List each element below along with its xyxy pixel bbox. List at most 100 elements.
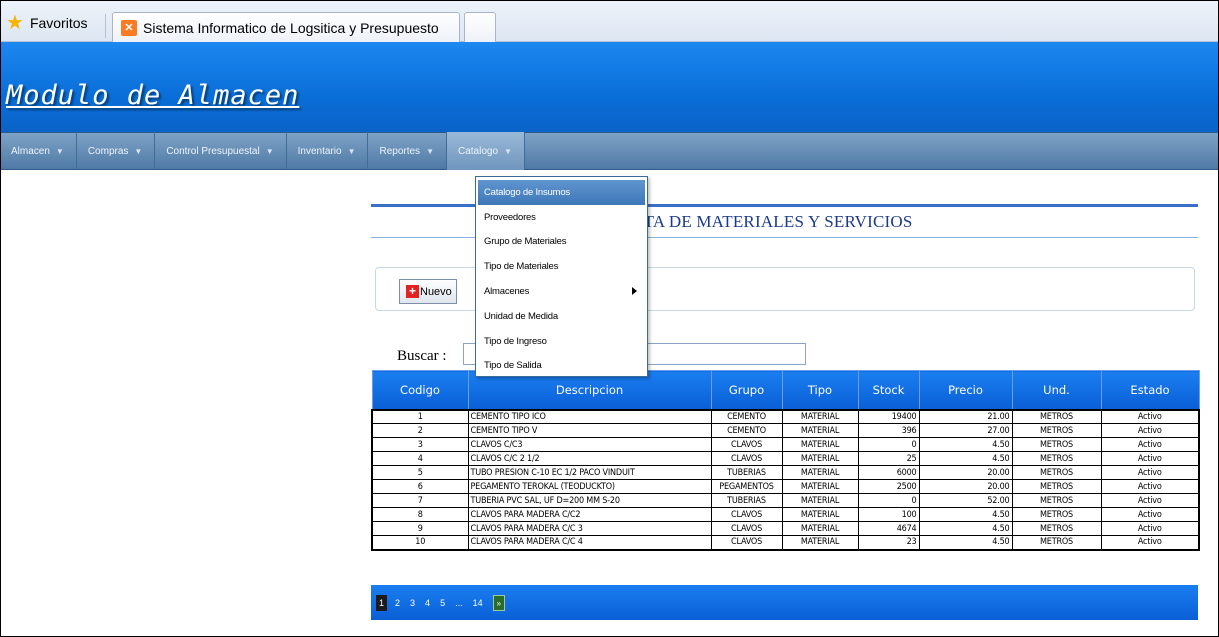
nav-item-inventario[interactable]: Inventario ▼: [287, 132, 369, 170]
menu-item-catalogo-insumos[interactable]: Catalogo de Insumos: [478, 180, 645, 205]
search-label: Buscar :: [397, 348, 447, 364]
page-link[interactable]: 5: [440, 595, 445, 611]
browser-tab-active[interactable]: ✕ Sistema Informatico de Logsitica y Pre…: [112, 12, 460, 42]
cell-tipo: MATERIAL: [781, 408, 859, 424]
col-header-codigo[interactable]: Codigo: [371, 370, 469, 410]
cell-estado: Activo: [1100, 408, 1200, 424]
table-row[interactable]: 9 CLAVOS PARA MADERA C/C 3 CLAVOS MATERIAL 4…: [371, 521, 1200, 536]
cell-grupo: TUBERIAS: [710, 493, 783, 508]
cell-stock: 25: [857, 451, 920, 466]
nav-item-compras[interactable]: Compras ▼: [77, 132, 156, 170]
col-header-grupo[interactable]: Grupo: [710, 370, 783, 410]
cell-grupo: CEMENTO: [710, 408, 783, 424]
nav-item-control-presupuestal[interactable]: Control Presupuestal ▼: [155, 132, 287, 170]
nav-item-almacen[interactable]: Almacen ▼: [0, 132, 77, 170]
col-header-estado[interactable]: Estado: [1100, 370, 1200, 410]
cell-codigo: 9: [371, 521, 469, 536]
cell-descripcion: TUBO PRESION C-10 EC 1/2 PACO VINDUIT: [467, 465, 712, 480]
cell-tipo: MATERIAL: [781, 465, 859, 480]
cell-tipo: MATERIAL: [781, 521, 859, 536]
cell-descripcion: CLAVOS C/C3: [467, 437, 712, 452]
menu-item-label: Grupo de Materiales: [484, 236, 567, 248]
menu-item-tipo-materiales[interactable]: Tipo de Materiales: [478, 254, 645, 279]
browser-tab-bar: ★ Favoritos ✕ Sistema Informatico de Log…: [0, 0, 1219, 42]
table-row[interactable]: 8 CLAVOS PARA MADERA C/C2 CLAVOS MATERIAL 10…: [371, 507, 1200, 522]
cell-descripcion: TUBERIA PVC SAL, UF D=200 MM S-20: [467, 493, 712, 508]
table-row[interactable]: 7 TUBERIA PVC SAL, UF D=200 MM S-20 TUBERI…: [371, 493, 1200, 508]
cell-und: METROS: [1011, 451, 1102, 466]
next-page-button[interactable]: »: [492, 594, 506, 611]
new-tab-button[interactable]: [464, 12, 496, 42]
cell-stock: 19400: [857, 408, 920, 424]
nav-label: Inventario: [297, 145, 342, 157]
cell-codigo: 8: [371, 507, 469, 522]
cell-precio: 4.50: [918, 437, 1013, 452]
page-link[interactable]: 3: [410, 595, 415, 611]
nav-label: Almacen: [11, 145, 50, 157]
xampp-icon: ✕: [121, 19, 137, 36]
table-row[interactable]: 5 TUBO PRESION C-10 EC 1/2 PACO VINDUIT TU…: [371, 465, 1200, 480]
menu-item-label: Unidad de Medida: [484, 310, 558, 322]
cell-grupo: CLAVOS: [710, 507, 783, 522]
chevron-down-icon: ▼: [134, 146, 143, 156]
cell-codigo: 3: [371, 437, 469, 452]
cell-tipo: MATERIAL: [781, 507, 859, 522]
cell-estado: Activo: [1100, 521, 1200, 536]
new-button[interactable]: + Nuevo: [399, 279, 457, 304]
cell-codigo: 5: [371, 465, 469, 480]
col-header-precio[interactable]: Precio: [918, 370, 1013, 410]
cell-estado: Activo: [1100, 465, 1200, 480]
cell-und: METROS: [1011, 479, 1102, 494]
menu-item-label: Tipo de Ingreso: [484, 335, 547, 347]
menu-item-proveedores[interactable]: Proveedores: [478, 205, 645, 230]
menu-item-tipo-salida[interactable]: Tipo de Salida: [478, 354, 645, 379]
cell-precio: 4.50: [918, 507, 1013, 522]
cell-stock: 100: [857, 507, 920, 522]
favorites-button[interactable]: ★ Favoritos: [6, 12, 88, 34]
menu-item-almacenes[interactable]: Almacenes: [478, 279, 645, 304]
table-row[interactable]: 3 CLAVOS C/C3 CLAVOS MATERIAL 0 4.50 METROS Act…: [371, 437, 1200, 452]
cell-precio: 21.00: [918, 408, 1013, 424]
chevron-down-icon: ▼: [265, 146, 274, 156]
menu-item-tipo-ingreso[interactable]: Tipo de Ingreso: [478, 329, 645, 354]
cell-und: METROS: [1011, 408, 1102, 424]
nav-item-reportes[interactable]: Reportes ▼: [368, 132, 447, 170]
cell-descripcion: CLAVOS C/C 2 1/2: [467, 451, 712, 466]
cell-precio: 4.50: [918, 521, 1013, 536]
table-row[interactable]: 2 CEMENTO TIPO V CEMENTO MATERIAL 396 27.00 ME…: [371, 423, 1200, 438]
col-header-stock[interactable]: Stock: [857, 370, 920, 410]
cell-grupo: CLAVOS: [710, 451, 783, 466]
chevron-down-icon: ▼: [426, 146, 434, 156]
page-link[interactable]: 2: [395, 595, 400, 611]
cell-grupo: CLAVOS: [710, 521, 783, 536]
cell-descripcion: CEMENTO TIPO V: [467, 423, 712, 438]
page-link[interactable]: 4: [425, 595, 430, 611]
table-row[interactable]: 4 CLAVOS C/C 2 1/2 CLAVOS MATERIAL 25 4.50 MET…: [371, 451, 1200, 466]
chevron-down-icon: ▼: [55, 146, 64, 156]
col-header-tipo[interactable]: Tipo: [781, 370, 859, 410]
col-header-und[interactable]: Und.: [1011, 370, 1102, 410]
table-row[interactable]: 6 PEGAMENTO TEROKAL (TEODUCKTO) PEGAMENTOS…: [371, 479, 1200, 494]
nav-item-catalogo[interactable]: Catalogo ▼: [446, 132, 525, 170]
menu-item-label: Tipo de Materiales: [484, 261, 559, 273]
cell-tipo: MATERIAL: [781, 451, 859, 466]
cell-estado: Activo: [1100, 423, 1200, 438]
cell-tipo: MATERIAL: [781, 423, 859, 438]
menu-item-grupo-materiales[interactable]: Grupo de Materiales: [478, 230, 645, 255]
cell-und: METROS: [1011, 535, 1102, 550]
cell-precio: 20.00: [918, 479, 1013, 494]
page-link-last[interactable]: 14: [473, 595, 483, 611]
table-row[interactable]: 10 CLAVOS PARA MADERA C/C 4 CLAVOS MATERIAL…: [371, 535, 1200, 550]
cell-precio: 52.00: [918, 493, 1013, 508]
cell-und: METROS: [1011, 423, 1102, 438]
menu-item-unidad-medida[interactable]: Unidad de Medida: [478, 304, 645, 329]
new-button-label: Nuevo: [420, 285, 452, 298]
nav-label: Compras: [87, 145, 129, 157]
cell-descripcion: PEGAMENTO TEROKAL (TEODUCKTO): [467, 479, 712, 494]
cell-grupo: PEGAMENTOS: [710, 479, 783, 494]
star-icon: ★: [6, 12, 24, 34]
cell-stock: 2500: [857, 479, 920, 494]
cell-estado: Activo: [1100, 493, 1200, 508]
table-row[interactable]: 1 CEMENTO TIPO ICO CEMENTO MATERIAL 19400 21.…: [371, 408, 1200, 424]
page-link-current[interactable]: 1: [376, 594, 388, 611]
